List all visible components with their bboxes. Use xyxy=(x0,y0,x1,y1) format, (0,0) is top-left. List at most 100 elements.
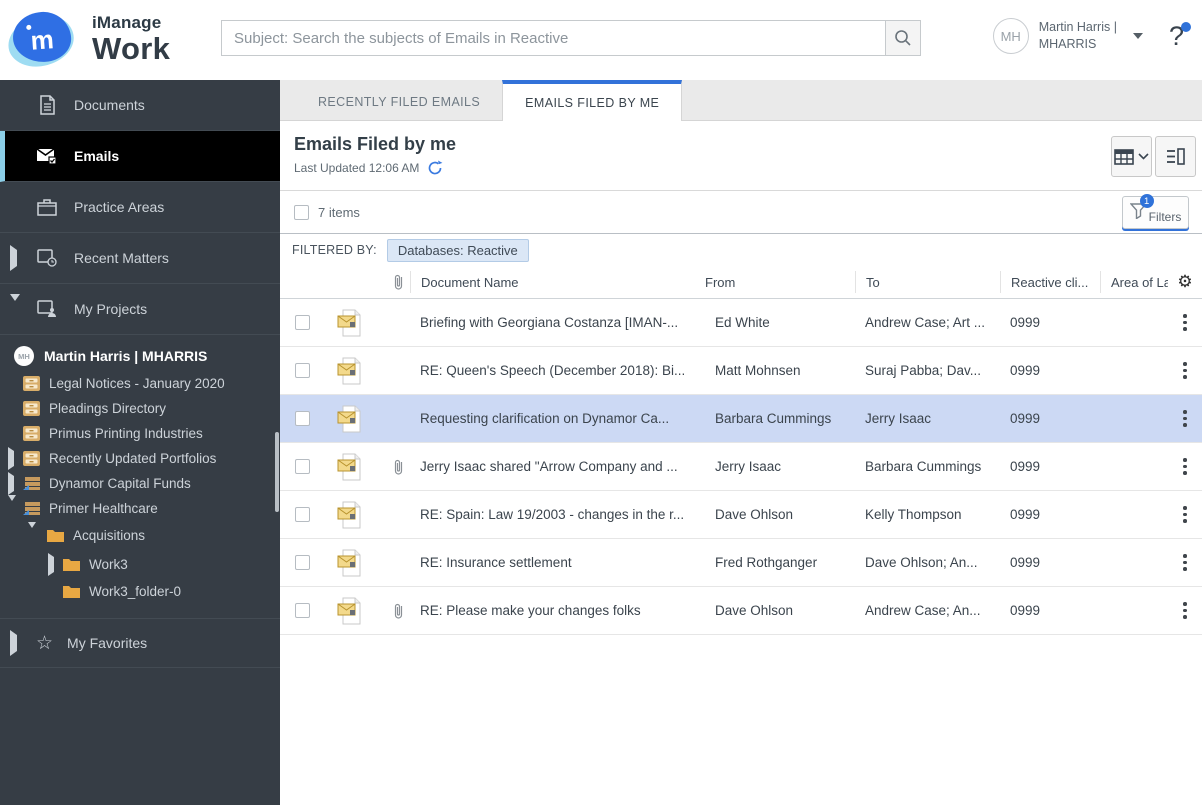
page-title: Emails Filed by me xyxy=(294,134,457,154)
collapse-arrow-icon[interactable] xyxy=(10,294,20,317)
tree-item-workspace[interactable]: Primer Healthcare xyxy=(0,495,280,521)
filters-button[interactable]: 1 Filters xyxy=(1122,194,1189,229)
app-logo: m iManage Work xyxy=(4,8,170,71)
folder-icon xyxy=(62,584,81,599)
row-checkbox[interactable] xyxy=(294,411,310,426)
user-avatar: MH xyxy=(992,18,1029,54)
tree-item-folder[interactable]: Work3 xyxy=(0,550,280,579)
chevron-down-icon[interactable] xyxy=(1132,33,1143,39)
sidebar-item-recent-matters[interactable]: Recent Matters xyxy=(0,233,280,284)
table-row[interactable]: RE: Please make your changes folks Dave … xyxy=(280,587,1202,635)
tree-item-drawer[interactable]: Primus Printing Industries xyxy=(0,421,280,446)
notification-dot xyxy=(1181,21,1191,32)
star-icon: ☆ xyxy=(36,632,54,654)
matters-icon xyxy=(36,249,58,267)
row-menu-kebab-icon[interactable] xyxy=(1179,406,1191,431)
column-settings-gear-icon[interactable]: ⚙ xyxy=(1177,272,1192,292)
row-checkbox[interactable] xyxy=(294,555,310,570)
row-menu-kebab-icon[interactable] xyxy=(1179,454,1191,479)
document-icon xyxy=(36,95,58,115)
column-header-document-name[interactable]: Document Name xyxy=(410,271,705,293)
column-header-reactive-client[interactable]: Reactive cli... xyxy=(1000,271,1100,293)
table-row-selected[interactable]: Requesting clarification on Dynamor Ca..… xyxy=(280,395,1202,443)
tree-item-drawer[interactable]: Legal Notices - January 2020 xyxy=(0,371,280,396)
select-all-checkbox[interactable] xyxy=(294,204,309,220)
row-menu-kebab-icon[interactable] xyxy=(1179,550,1191,575)
tree-item-drawer[interactable]: Pleadings Directory xyxy=(0,396,280,421)
avatar: MH xyxy=(14,346,34,366)
email-icon xyxy=(36,147,58,165)
sidebar-item-emails[interactable]: Emails xyxy=(0,131,280,182)
sidebar-scrollbar[interactable] xyxy=(275,432,279,512)
column-header-area-of-law[interactable]: Area of La xyxy=(1100,271,1168,293)
sidebar-item-my-projects[interactable]: My Projects xyxy=(0,284,280,335)
expand-arrow-icon[interactable] xyxy=(8,472,14,495)
table-view-button[interactable] xyxy=(1111,136,1152,177)
refresh-icon[interactable] xyxy=(427,160,443,176)
row-menu-kebab-icon[interactable] xyxy=(1179,310,1191,335)
brand-imanage: iManage xyxy=(92,13,162,32)
folder-icon xyxy=(62,557,81,572)
expand-arrow-icon[interactable] xyxy=(10,630,17,656)
main-content: RECENTLY FILED EMAILS EMAILS FILED BY ME… xyxy=(280,80,1202,805)
column-header-to[interactable]: To xyxy=(855,271,1000,293)
tree-item-workspace[interactable]: Dynamor Capital Funds xyxy=(0,471,280,496)
table-row[interactable]: Briefing with Georgiana Costanza [IMAN-.… xyxy=(280,299,1202,347)
projects-icon xyxy=(36,300,58,318)
row-checkbox[interactable] xyxy=(294,315,310,330)
search-bar xyxy=(221,20,921,56)
imanage-logo-icon: m xyxy=(4,8,78,71)
sidebar-item-label: Recent Matters xyxy=(74,250,169,266)
sidebar-item-my-favorites[interactable]: ☆ My Favorites xyxy=(0,618,280,668)
table-row[interactable]: RE: Queen's Speech (December 2018): Bi..… xyxy=(280,347,1202,395)
sidebar-item-label: My Projects xyxy=(74,301,148,317)
collapse-arrow-icon[interactable] xyxy=(28,522,36,543)
sidebar-item-label: Emails xyxy=(74,148,120,164)
filtered-by-bar: FILTERED BY: Databases: Reactive xyxy=(280,233,1202,266)
tab-recently-filed-emails[interactable]: RECENTLY FILED EMAILS xyxy=(296,80,502,120)
filter-chip-databases[interactable]: Databases: Reactive xyxy=(386,238,529,262)
email-document-icon xyxy=(337,309,361,336)
table-header: Document Name From To Reactive cli... Ar… xyxy=(280,266,1202,299)
row-checkbox[interactable] xyxy=(294,603,310,618)
sidebar-item-practice-areas[interactable]: Practice Areas xyxy=(0,182,280,233)
tree-item-drawer[interactable]: Recently Updated Portfolios xyxy=(0,446,280,471)
workspace-icon xyxy=(22,501,41,516)
drawer-icon xyxy=(22,450,41,467)
row-checkbox[interactable] xyxy=(294,363,310,378)
tree-item-user[interactable]: MH Martin Harris | MHARRIS xyxy=(0,341,280,371)
detail-panel-view-button[interactable] xyxy=(1155,136,1196,177)
sidebar: Documents Emails Practice Areas Recent M… xyxy=(0,80,280,805)
tab-emails-filed-by-me[interactable]: EMAILS FILED BY ME xyxy=(502,80,683,121)
row-checkbox[interactable] xyxy=(294,459,310,474)
tree-item-folder[interactable]: Acquisitions xyxy=(0,521,280,550)
items-count: 7 items xyxy=(318,204,360,220)
chevron-down-icon xyxy=(1138,153,1149,160)
search-button[interactable] xyxy=(885,20,921,56)
collapse-arrow-icon[interactable] xyxy=(8,495,16,516)
expand-arrow-icon[interactable] xyxy=(48,553,54,576)
row-checkbox[interactable] xyxy=(294,507,310,522)
row-menu-kebab-icon[interactable] xyxy=(1179,358,1191,383)
workspace-icon xyxy=(22,476,41,491)
expand-arrow-icon[interactable] xyxy=(8,447,14,470)
row-menu-kebab-icon[interactable] xyxy=(1179,598,1191,623)
search-input[interactable] xyxy=(221,20,885,56)
filtered-by-label: FILTERED BY: xyxy=(292,243,377,257)
paperclip-icon xyxy=(394,459,402,475)
filters-count-badge: 1 xyxy=(1139,194,1154,208)
tab-strip: RECENTLY FILED EMAILS EMAILS FILED BY ME xyxy=(280,80,1202,121)
help-button[interactable]: ? xyxy=(1169,21,1191,52)
user-menu[interactable]: MH Martin Harris | MHARRIS ? xyxy=(992,18,1191,54)
table-row[interactable]: RE: Insurance settlement Fred Rothganger… xyxy=(280,539,1202,587)
expand-arrow-icon[interactable] xyxy=(10,245,17,271)
table-row[interactable]: Jerry Isaac shared "Arrow Company and ..… xyxy=(280,443,1202,491)
sidebar-item-documents[interactable]: Documents xyxy=(0,80,280,131)
drawer-icon xyxy=(22,375,41,392)
column-header-from[interactable]: From xyxy=(705,275,855,290)
tree-item-folder[interactable]: Work3_folder-0 xyxy=(0,579,280,604)
paperclip-icon xyxy=(394,603,402,619)
row-menu-kebab-icon[interactable] xyxy=(1179,502,1191,527)
table-row[interactable]: RE: Spain: Law 19/2003 - changes in the … xyxy=(280,491,1202,539)
user-name: Martin Harris | MHARRIS xyxy=(1038,20,1117,51)
